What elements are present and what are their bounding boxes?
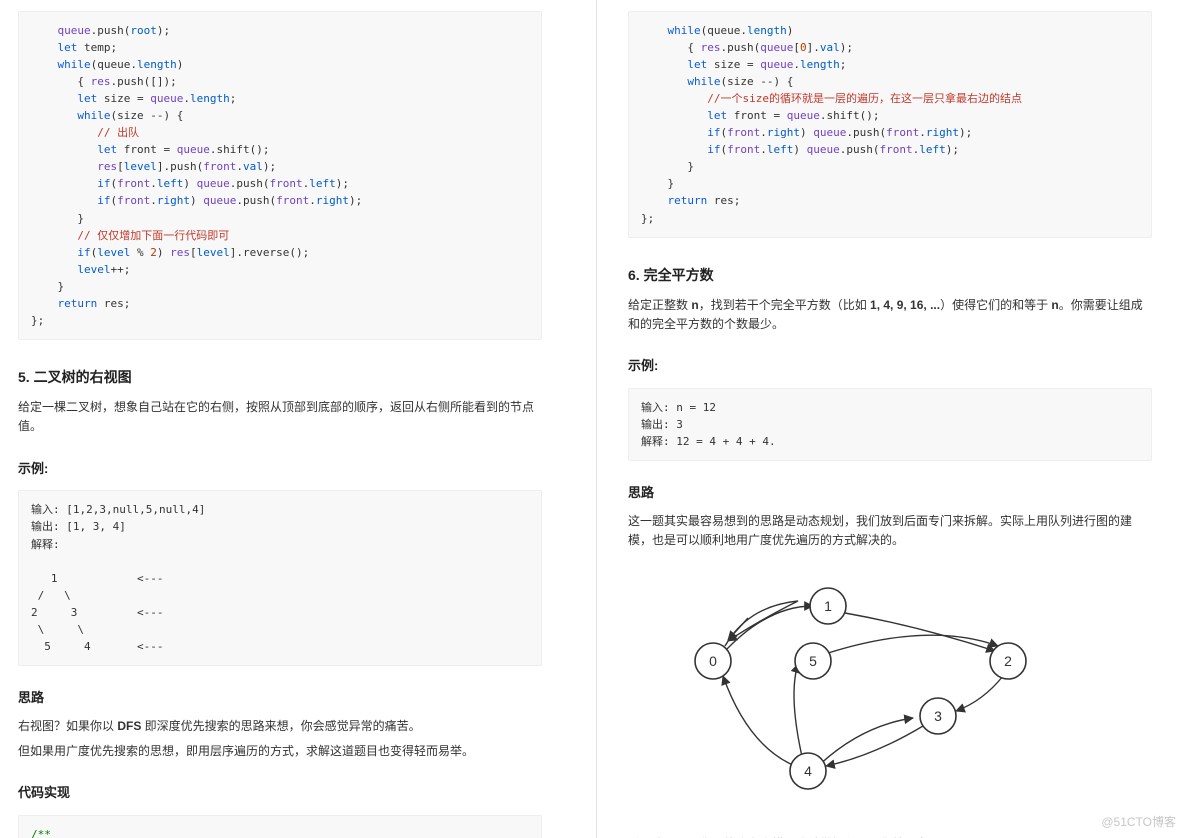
thought-p-6: 这一题其实最容易想到的思路是动态规划，我们放到后面专门来拆解。实际上用队列进行图…: [628, 512, 1152, 550]
example-6: 输入: n = 12 输出: 3 解释: 12 = 4 + 4 + 4.: [628, 388, 1152, 461]
svg-text:4: 4: [804, 763, 812, 779]
example-label-6: 示例:: [628, 356, 1152, 377]
example-5: 输入: [1,2,3,null,5,null,4] 输出: [1, 3, 4] …: [18, 490, 542, 665]
section-6-desc: 给定正整数 n，找到若干个完全平方数（比如 1, 4, 9, 16, ...）使…: [628, 296, 1152, 334]
svg-text:5: 5: [809, 653, 817, 669]
code-rightsideview: /** * @param {TreeNode} root * @return {…: [18, 815, 542, 838]
thought-heading: 思路: [18, 688, 542, 709]
svg-text:2: 2: [1004, 653, 1012, 669]
svg-text:3: 3: [934, 708, 942, 724]
thought-heading-6: 思路: [628, 483, 1152, 504]
svg-text:0: 0: [709, 653, 717, 669]
page-left: queue.push(root); let temp; while(queue.…: [0, 0, 560, 838]
watermark: @51CTO博客: [1101, 813, 1176, 832]
example-label: 示例:: [18, 459, 542, 480]
section-5-desc: 给定一棵二叉树，想象自己站在它的右侧，按照从顶部到底部的顺序，返回从右侧所能看到…: [18, 398, 542, 436]
code-zigzag-continued: queue.push(root); let temp; while(queue.…: [18, 11, 542, 340]
svg-text:1: 1: [824, 598, 832, 614]
impl-heading: 代码实现: [18, 783, 542, 804]
section-6-heading: 6. 完全平方数: [628, 264, 1152, 286]
thought-p2: 但如果用广度优先搜索的思想，即用层序遍历的方式，求解这道题目也变得轻而易举。: [18, 742, 542, 761]
thought-p1: 右视图？如果你以 DFS 即深度优先搜索的思路来想，你会感觉异常的痛苦。: [18, 717, 542, 736]
page-divider: [596, 0, 597, 838]
bfs-graph-diagram: 0 1 2 3 4 5: [628, 566, 1048, 816]
page-right: while(queue.length) { res.push(queue[0].…: [610, 0, 1170, 838]
code-rightsideview-cont: while(queue.length) { res.push(queue[0].…: [628, 11, 1152, 238]
section-5-heading: 5. 二叉树的右视图: [18, 366, 542, 388]
